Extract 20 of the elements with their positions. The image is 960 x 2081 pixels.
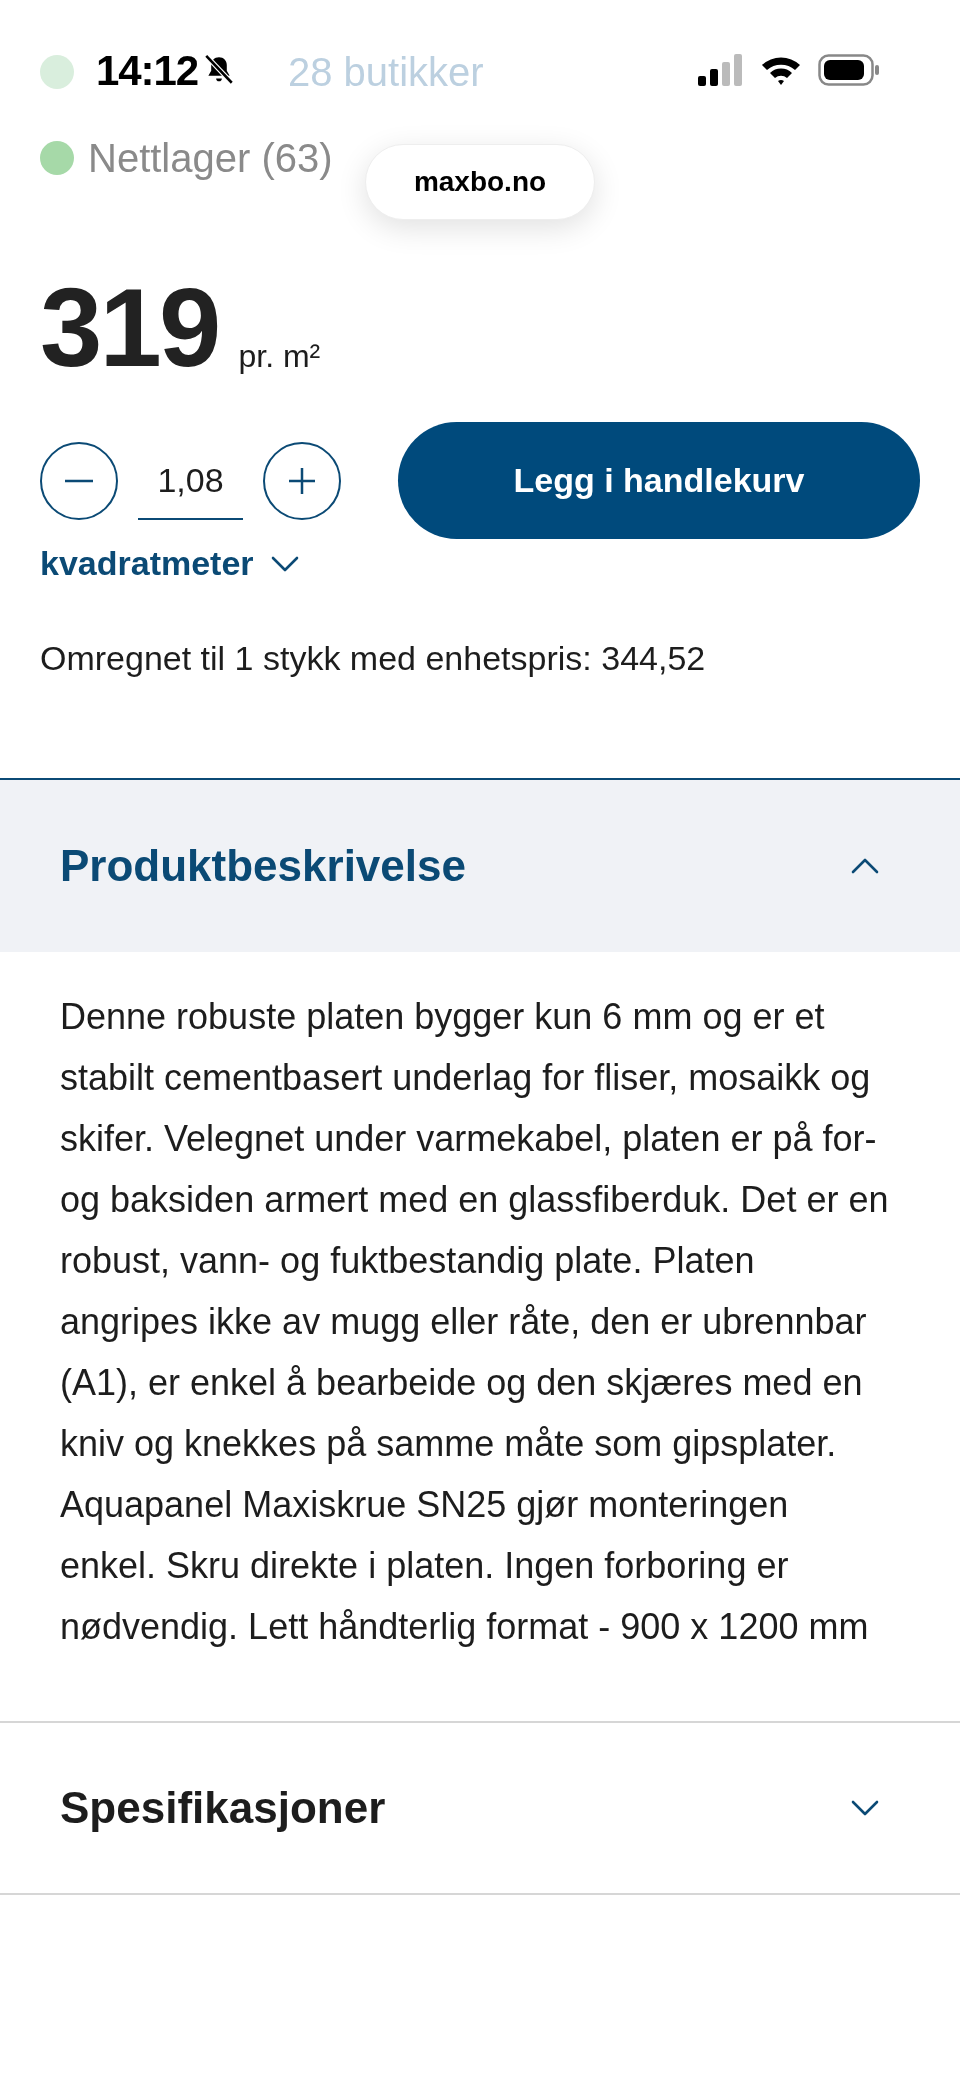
price: 319 — [40, 272, 219, 384]
chevron-down-icon — [269, 554, 300, 573]
clock-time: 14:12 — [96, 45, 199, 96]
unit-price-note: Omregnet til 1 stykk med enhetspris: 344,52 — [39, 638, 707, 679]
unit-dropdown[interactable]: kvadratmeter — [40, 538, 341, 589]
chevron-down-icon — [850, 1799, 880, 1817]
plus-icon — [288, 467, 316, 495]
battery-icon — [818, 54, 880, 86]
minus-icon — [65, 479, 93, 483]
product-description: Denne robuste platen bygger kun 6 mm og er et stabilt cementbasert underlag for fliser, mosaikk og skifer. Velegnet under varmekabel, platen er på for- og baksiden armert med en glassfiberduk. Det er en robust, vann- og fuktbestandig plate. Platen angripes ikke av mugg eller råte, den er ubrennbar (A1), er enkel å bearbeide og den skjæres med en kniv og knekkes på samme måte som gipsplater. Aquapanel Maxiskrue SN25 gjør monteringen enkel. Skru direkte i platen. Ingen forboring er nødvendig. Lett håndterlig format - 900 x 1200 mm — [59, 995, 890, 1649]
quantity-field[interactable]: 1,08 — [138, 442, 243, 520]
section-header[interactable]: Produktbeskrivelse — [0, 780, 960, 952]
add-to-cart-button[interactable]: Legg i handlekurv — [398, 422, 920, 539]
increase-button[interactable] — [263, 442, 341, 520]
stock-label: 28 butikker — [288, 49, 484, 96]
signal-icon — [698, 54, 744, 86]
decrease-button[interactable] — [40, 442, 118, 520]
chevron-up-icon — [850, 857, 880, 875]
price-unit: pr. m² — [238, 337, 321, 376]
stock-label: Nettlager (63) — [88, 135, 333, 182]
